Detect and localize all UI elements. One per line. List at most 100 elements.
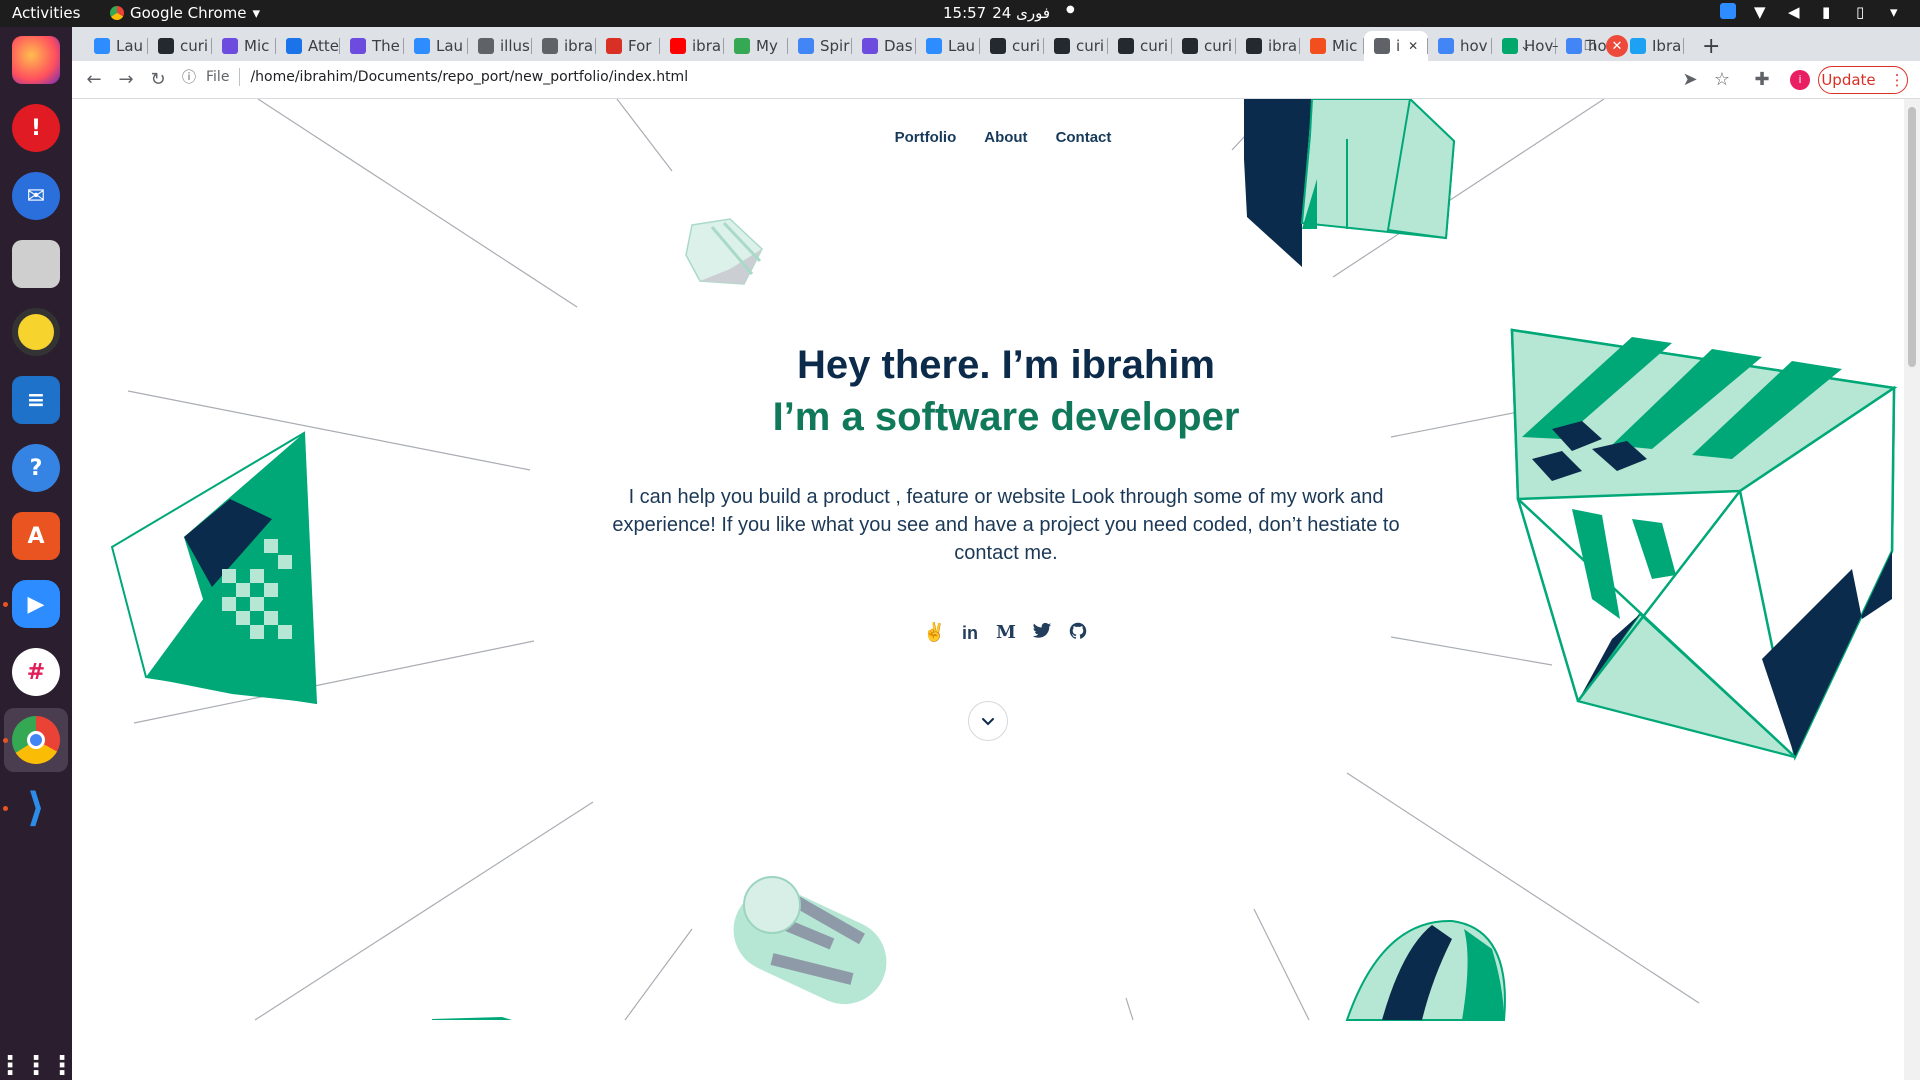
update-label: Update [1821,71,1876,89]
restore-icon[interactable]: ❐ [1574,31,1596,61]
tab[interactable]: Lau [84,31,148,61]
url-text[interactable]: /home/ibrahim/Documents/repo_port/new_po… [250,69,688,85]
app-menu[interactable]: Google Chrome ▾ [110,4,260,22]
zoom-tray-icon [1720,3,1736,19]
twitter-icon[interactable] [1031,622,1053,644]
tab-label: ibra [564,37,594,55]
bookmark-star-icon[interactable]: ☆ [1710,68,1734,92]
tab[interactable]: Spir [788,31,852,61]
bottom-capsule [733,876,887,1005]
alert-icon[interactable]: ! [12,104,60,152]
decorative-illustrations [110,99,1898,1021]
zoom-icon[interactable]: ▶ [12,580,60,628]
bottom-dome [1345,919,1506,1021]
tab-favicon-icon [670,38,686,54]
tab[interactable]: curi [1044,31,1108,61]
thunderbird-icon[interactable]: ✉ [12,172,60,220]
tab[interactable]: For [596,31,660,61]
medium-icon[interactable]: M [995,622,1017,644]
tab[interactable]: Mic [212,31,276,61]
tab-favicon-icon [478,38,494,54]
activities-button[interactable]: Activities [12,4,80,22]
tab-label: curi [1012,37,1041,55]
hero-subtitle: I’m a software developer [772,395,1240,439]
tab[interactable]: Ibra [1620,31,1684,61]
chrome-dock-icon[interactable] [12,716,60,764]
tab[interactable]: curi [980,31,1044,61]
tab[interactable]: curi [1172,31,1236,61]
tab-label: Lau [948,37,976,55]
tab-label: curi [1140,37,1169,55]
tab-search-icon[interactable]: ⌄ [1510,31,1531,61]
tab[interactable]: illus [468,31,532,61]
volume-icon: ◀ [1788,3,1800,21]
system-tray[interactable]: ▼ ◀ ▮ ▯ ▾ [1720,3,1906,21]
tab-separator [1683,38,1684,54]
minimize-icon[interactable]: – [1542,31,1559,61]
linkedin-icon[interactable]: in [959,622,981,644]
mic-icon: ▮ [1822,3,1831,21]
profile-avatar[interactable]: i [1790,70,1810,90]
battery-icon: ▯ [1856,3,1865,21]
tab[interactable]: ibra [660,31,724,61]
tab[interactable]: Mic [1300,31,1364,61]
help-icon[interactable]: ? [12,444,60,492]
small-cube [685,218,763,285]
tab-favicon-icon [414,38,430,54]
files-icon[interactable] [12,240,60,288]
back-icon[interactable]: ← [82,68,106,92]
extensions-icon[interactable]: ✚ [1750,68,1774,92]
forward-icon[interactable]: → [114,68,138,92]
tab[interactable]: curi [148,31,212,61]
angellist-icon[interactable]: ✌ [923,622,945,644]
scrollbar-thumb[interactable] [1908,107,1916,367]
tab-label: Atte [308,37,339,55]
tab[interactable]: Atte [276,31,340,61]
social-links: ✌ in M [72,622,1904,644]
show-apps-icon[interactable]: ⋮⋮⋮ [0,1042,75,1090]
app-center-icon[interactable]: A [12,512,60,560]
tab[interactable]: Das [852,31,916,61]
nav-portfolio[interactable]: Portfolio [895,129,957,146]
app-name: Google Chrome [130,4,247,22]
reload-icon[interactable]: ↻ [146,68,170,92]
running-indicator [3,738,8,743]
writer-icon[interactable]: ≡ [12,376,60,424]
firefox-icon[interactable] [12,36,60,84]
tab[interactable]: hov [1428,31,1492,61]
browser-toolbar: ← → ↻ ⓘ File /home/ibrahim/Documents/rep… [72,61,1920,99]
tab[interactable]: curi [1108,31,1172,61]
caret-down-icon: ▾ [1890,3,1898,21]
tab[interactable]: ibra [1236,31,1300,61]
bottom-left-fragment [432,1017,512,1020]
clock[interactable]: 15:57 24 فوری ● [943,4,1075,22]
tab[interactable]: ibra [532,31,596,61]
hero-intro: I can help you build a product , feature… [612,486,1400,564]
page-scrollbar[interactable] [1904,99,1920,1080]
close-window-icon[interactable]: ✕ [1606,35,1628,57]
nav-contact[interactable]: Contact [1056,129,1112,146]
new-tab-icon[interactable]: + [1692,31,1720,61]
tab-close-icon[interactable]: ✕ [1408,39,1418,53]
send-icon[interactable]: ➤ [1678,68,1702,92]
info-icon[interactable]: ⓘ [182,67,196,87]
dock: ! ✉ ≡ ? A ▶ # ⟩ ⋮⋮⋮ [0,27,75,1081]
tab[interactable]: The [340,31,404,61]
address-bar[interactable]: ⓘ File /home/ibrahim/Documents/repo_port… [182,67,688,87]
github-icon[interactable] [1067,622,1089,644]
tab-favicon-icon [1438,38,1454,54]
tab[interactable]: Lau [404,31,468,61]
slack-icon[interactable]: # [12,648,60,696]
tab[interactable]: My [724,31,788,61]
running-indicator [3,602,8,607]
vscode-icon[interactable]: ⟩ [12,784,60,832]
rhythmbox-icon[interactable] [12,308,60,356]
tab[interactable]: Lau [916,31,980,61]
update-button[interactable]: Update ⋮ [1818,66,1908,94]
tab-active[interactable]: i ✕ [1364,31,1428,61]
tab-favicon-icon [350,38,366,54]
tab-label: My [756,37,778,55]
nav-about[interactable]: About [984,129,1027,146]
scroll-down-button[interactable] [968,701,1008,741]
caret-down-icon: ▾ [252,4,261,22]
